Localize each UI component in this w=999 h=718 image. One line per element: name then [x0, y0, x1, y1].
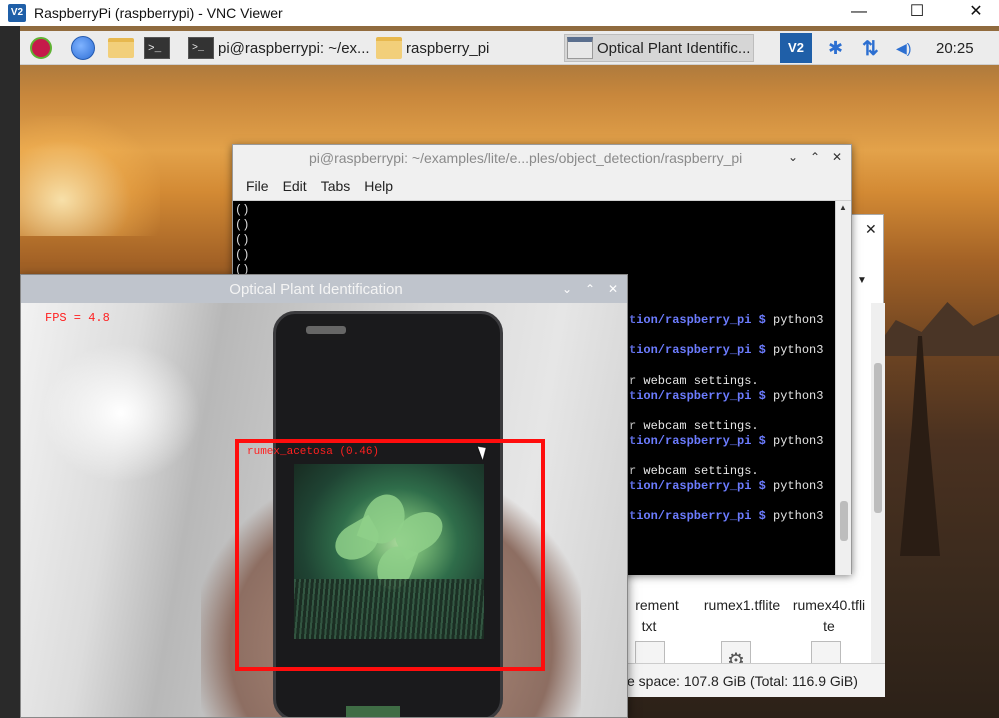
light-glare: [41, 343, 201, 483]
command: python3: [765, 343, 824, 357]
folder-icon: [376, 37, 402, 59]
command: python3: [765, 313, 824, 327]
task-terminal[interactable]: >_ pi@raspberrypi: ~/ex...: [186, 34, 374, 62]
fm-scrollbar[interactable]: [871, 303, 885, 663]
folder-icon: [108, 38, 134, 58]
task-label: Optical Plant Identific...: [597, 39, 751, 57]
plant-close-button[interactable]: ✕: [605, 281, 621, 297]
terminal-line: tion/raspberry_pi $ python3: [629, 479, 823, 493]
terminal-titlebar[interactable]: pi@raspberrypi: ~/examples/lite/e...ples…: [233, 145, 851, 171]
fm-close-button[interactable]: ✕: [865, 221, 877, 238]
minimize-button[interactable]: —: [836, 0, 882, 26]
menu-edit[interactable]: Edit: [276, 178, 314, 194]
file-name[interactable]: rumex1.tflite: [697, 597, 787, 613]
plant-titlebar[interactable]: Optical Plant Identification ⌄ ⌃ ✕: [21, 275, 627, 303]
prompt: tion/raspberry_pi $: [629, 389, 766, 403]
task-plant-window[interactable]: Optical Plant Identific...: [564, 34, 754, 62]
terminal-launcher[interactable]: >_: [144, 35, 170, 61]
wallpaper-sun: [20, 116, 160, 236]
task-file-manager[interactable]: raspberry_pi: [374, 34, 564, 62]
command: python3: [765, 434, 824, 448]
vnc-window-title: RaspberryPi (raspberrypi) - VNC Viewer: [34, 5, 283, 21]
terminal-line: r webcam settings.: [629, 374, 759, 388]
camera-feed: FPS = 4.8 rumex_acetosa (0.46): [21, 303, 627, 717]
clock[interactable]: 20:25: [936, 34, 974, 62]
terminal-line: tion/raspberry_pi $ python3: [629, 313, 823, 327]
wallpaper-hills: [870, 302, 999, 356]
raspberry-menu-button[interactable]: [28, 35, 54, 61]
prompt: tion/raspberry_pi $: [629, 509, 766, 523]
browser-launcher[interactable]: [70, 35, 96, 61]
menu-tabs[interactable]: Tabs: [314, 178, 358, 194]
menu-file[interactable]: File: [239, 178, 276, 194]
plant-window-title: Optical Plant Identification: [229, 281, 403, 298]
terminal-menubar: File Edit Tabs Help: [233, 171, 851, 201]
taskbar: >_ >_ pi@raspberrypi: ~/ex... raspberry_…: [20, 31, 999, 65]
scroll-up-icon[interactable]: ▲: [839, 203, 847, 212]
prompt: tion/raspberry_pi $: [629, 313, 766, 327]
command: python3: [765, 509, 824, 523]
terminal-line: r webcam settings.: [629, 419, 759, 433]
scrollbar-thumb[interactable]: [874, 363, 882, 513]
terminal-line: (): [235, 233, 250, 247]
phone-status-icons: [306, 326, 346, 334]
file-name[interactable]: rement: [621, 597, 693, 613]
chevron-down-icon[interactable]: ⌄: [559, 281, 575, 297]
viewer-margin: [0, 26, 20, 718]
fm-status-bar: e space: 107.8 GiB (Total: 116.9 GiB): [621, 663, 885, 697]
terminal-icon: >_: [188, 37, 214, 59]
terminal-line: (): [235, 248, 250, 262]
detection-label: rumex_acetosa (0.46): [247, 446, 380, 458]
terminal-icon: >_: [144, 37, 170, 59]
remote-desktop[interactable]: >_ >_ pi@raspberrypi: ~/ex... raspberry_…: [20, 26, 999, 718]
file-name-line2[interactable]: te: [787, 618, 871, 634]
prompt: tion/raspberry_pi $: [629, 434, 766, 448]
maximize-chevron-icon[interactable]: ⌃: [582, 281, 598, 297]
terminal-close-button[interactable]: ✕: [829, 149, 845, 165]
phone-dock-thumbnails: [346, 706, 400, 717]
vnc-titlebar: V2 RaspberryPi (raspberrypi) - VNC Viewe…: [0, 0, 999, 26]
bluetooth-icon[interactable]: ✱: [828, 34, 843, 62]
prompt: tion/raspberry_pi $: [629, 343, 766, 357]
terminal-scrollbar[interactable]: ▲: [835, 201, 851, 575]
wallpaper-temple: [900, 336, 940, 556]
maximize-button[interactable]: ☐: [894, 0, 940, 26]
maximize-chevron-icon[interactable]: ⌃: [807, 149, 823, 165]
window-icon: [567, 37, 593, 59]
command: python3: [765, 389, 824, 403]
close-button[interactable]: ✕: [953, 0, 999, 26]
detection-bounding-box: [235, 439, 545, 671]
prompt: tion/raspberry_pi $: [629, 479, 766, 493]
terminal-line: tion/raspberry_pi $ python3: [629, 389, 823, 403]
command: python3: [765, 479, 824, 493]
terminal-line: r webcam settings.: [629, 464, 759, 478]
file-manager-launcher[interactable]: [108, 35, 134, 61]
vnc-tray-button[interactable]: V2: [780, 33, 812, 63]
menu-help[interactable]: Help: [357, 178, 400, 194]
chevron-down-icon[interactable]: ⌄: [785, 149, 801, 165]
terminal-line: tion/raspberry_pi $ python3: [629, 434, 823, 448]
file-name[interactable]: rumex40.tfli: [787, 597, 871, 613]
file-name-line2[interactable]: txt: [621, 618, 677, 634]
scrollbar-thumb[interactable]: [840, 501, 848, 541]
volume-icon[interactable]: ◀): [896, 34, 911, 62]
network-icon[interactable]: ⇅: [862, 34, 879, 62]
plant-id-window[interactable]: Optical Plant Identification ⌄ ⌃ ✕ FPS =…: [20, 274, 628, 718]
fm-path-dropdown[interactable]: ▼: [857, 275, 867, 286]
task-label: pi@raspberrypi: ~/ex...: [218, 39, 370, 57]
terminal-line: (): [235, 218, 250, 232]
task-label: raspberry_pi: [406, 39, 490, 57]
terminal-line: tion/raspberry_pi $ python3: [629, 343, 823, 357]
globe-icon: [71, 36, 95, 60]
fps-readout: FPS = 4.8: [45, 311, 110, 325]
raspberry-icon: [30, 37, 52, 59]
terminal-line: tion/raspberry_pi $ python3: [629, 509, 823, 523]
vnc-logo-icon: V2: [8, 4, 26, 22]
terminal-line: (): [235, 203, 250, 217]
terminal-title: pi@raspberrypi: ~/examples/lite/e...ples…: [309, 150, 743, 166]
vnc-tray-icon: V2: [780, 33, 812, 63]
